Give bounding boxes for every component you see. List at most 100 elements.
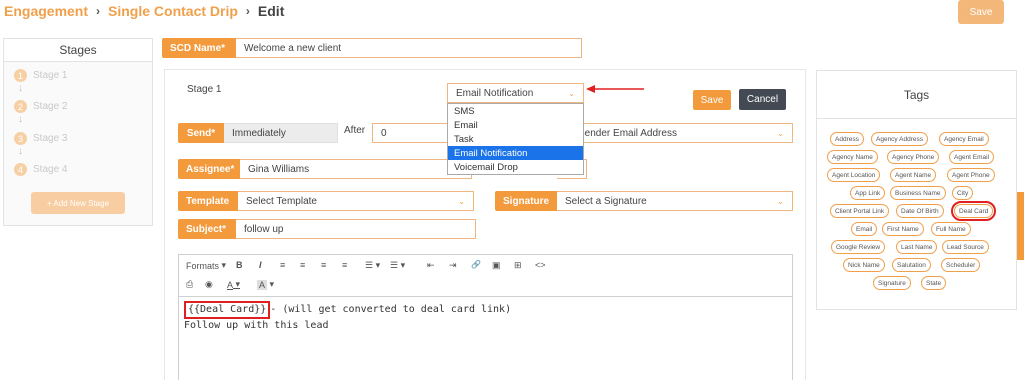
stage-title: Stage 1 [187,84,222,95]
tag-first-name[interactable]: First Name [882,222,924,236]
tag-agent-name[interactable]: Agent Name [890,168,937,182]
option-sms[interactable]: SMS [448,104,583,118]
down-arrow-icon: ↓ [18,146,23,157]
subject-input[interactable]: follow up [236,219,476,239]
align-justify-icon[interactable]: ≡ [342,260,347,270]
tag-agency-phone[interactable]: Agency Phone [887,150,940,164]
tag-email[interactable]: Email [851,222,878,236]
align-center-icon[interactable]: ≡ [300,260,305,270]
stage-number: 1 [14,69,27,82]
bold-button[interactable]: B [236,260,243,270]
add-new-stage-button[interactable]: + Add New Stage [31,192,125,214]
tag-date-of-birth[interactable]: Date Of Birth [896,204,944,218]
italic-button[interactable]: I [259,260,262,270]
tag-deal-card[interactable]: Deal Card [950,201,997,221]
signature-select[interactable]: Select a Signature ⌄ [557,191,793,211]
signature-value: Select a Signature [565,195,647,207]
tag-agency-name[interactable]: Agency Name [827,150,878,164]
assignee-row: Assignee* Gina Williams [178,159,472,179]
tag-agent-email[interactable]: Agent Email [949,150,995,164]
tag-agency-email[interactable]: Agency Email [939,132,989,146]
tag-agent-phone[interactable]: Agent Phone [947,168,995,182]
stage-label: Stage 3 [33,133,68,144]
top-save-button[interactable]: Save [958,0,1004,24]
tags-panel: Tags Address Agency Address Agency Email… [816,70,1017,310]
chevron-down-icon: ⌄ [777,196,784,206]
tags-title: Tags [817,71,1016,119]
stage-label: Stage 1 [33,70,68,81]
option-email[interactable]: Email [448,118,583,132]
background-color-icon[interactable]: A ▾ [257,279,274,290]
option-task[interactable]: Task [448,132,583,146]
template-select[interactable]: Select Template ⌄ [238,191,474,211]
tag-client-portal-link[interactable]: Client Portal Link [830,204,890,218]
red-arrow-annotation [586,85,644,93]
tag-signature[interactable]: Signature [873,276,911,290]
scd-name-label: SCD Name* [162,38,236,58]
breadcrumb: Engagement › Single Contact Drip › Edit [4,3,284,19]
tag-city[interactable]: City [952,186,974,200]
stage-item-3[interactable]: 3 Stage 3 [14,132,67,145]
tag-agency-address[interactable]: Agency Address [871,132,928,146]
save-button[interactable]: Save [693,90,731,110]
tag-scheduler[interactable]: Scheduler [941,258,981,272]
side-scroll-tab[interactable] [1017,192,1024,260]
editor-line-2: Follow up with this lead [184,320,329,331]
indent-icon[interactable]: ⇥ [449,260,457,271]
tag-app-link[interactable]: App Link [850,186,886,200]
formats-dropdown[interactable]: Formats ▾ [186,260,226,271]
tag-salutation[interactable]: Salutation [892,258,931,272]
bullet-list-icon[interactable]: ☰ ▾ [365,260,380,271]
notification-type-value: Email Notification [456,87,534,99]
tag-last-name[interactable]: Last Name [896,240,938,254]
stages-title: Stages [4,39,152,62]
cancel-button[interactable]: Cancel [739,89,786,110]
tag-nick-name[interactable]: Nick Name [843,258,885,272]
notification-type-select[interactable]: Email Notification ⌄ [447,83,584,103]
text-color-icon[interactable]: A ▾ [227,279,240,290]
option-email-notification[interactable]: Email Notification [448,146,583,160]
stage-item-4[interactable]: 4 Stage 4 [14,163,67,176]
option-voicemail-drop[interactable]: Voicemail Drop [448,160,583,174]
assignee-select[interactable]: Gina Williams [240,159,472,179]
send-timing-select[interactable]: Immediately [224,123,338,143]
subject-row: Subject* follow up [178,219,476,239]
deal-card-note: - (will get converted to deal card link) [270,304,512,315]
sender-email-placeholder: Sender Email Address [578,127,677,139]
breadcrumb-engagement[interactable]: Engagement [4,3,88,19]
tag-address[interactable]: Address [830,132,864,146]
image-icon[interactable]: ▣ [492,260,501,271]
scd-name-row: SCD Name* Welcome a new client [162,38,582,58]
breadcrumb-separator: › [245,4,250,18]
stage-item-2[interactable]: 2 Stage 2 [14,100,67,113]
code-icon[interactable]: <> [535,260,546,270]
tag-state[interactable]: State [921,276,947,290]
stage-number: 2 [14,100,27,113]
stage-label: Stage 2 [33,101,68,112]
scd-name-input[interactable]: Welcome a new client [236,38,582,58]
print-icon[interactable]: ⎙ [186,279,193,290]
preview-icon[interactable]: ◉ [205,279,213,290]
tag-full-name[interactable]: Full Name [931,222,971,236]
numbered-list-icon[interactable]: ☰ ▾ [390,260,405,271]
embed-icon[interactable]: ⊞ [514,260,522,271]
outdent-icon[interactable]: ⇤ [427,260,435,271]
tag-lead-source[interactable]: Lead Source [942,240,989,254]
editor-content[interactable]: {{Deal Card}} - (will get converted to de… [179,297,792,337]
down-arrow-icon: ↓ [18,83,23,94]
breadcrumb-single-contact-drip[interactable]: Single Contact Drip [108,3,238,19]
align-right-icon[interactable]: ≡ [321,260,326,270]
chevron-down-icon: ⌄ [458,196,465,206]
tag-google-review[interactable]: Google Review [831,240,886,254]
sender-email-select[interactable]: Sender Email Address ⌄ [570,123,793,143]
tag-business-name[interactable]: Business Name [890,186,946,200]
align-left-icon[interactable]: ≡ [280,260,285,270]
template-row: Template Select Template ⌄ [178,191,474,211]
after-value-input[interactable]: 0 [372,123,450,143]
link-icon[interactable]: 🔗 [471,260,481,269]
editor-line-1: {{Deal Card}} - (will get converted to de… [184,301,787,319]
signature-label: Signature [495,191,557,211]
down-arrow-icon: ↓ [18,114,23,125]
tag-agent-location[interactable]: Agent Location [827,168,881,182]
stage-item-1[interactable]: 1 Stage 1 [14,69,67,82]
